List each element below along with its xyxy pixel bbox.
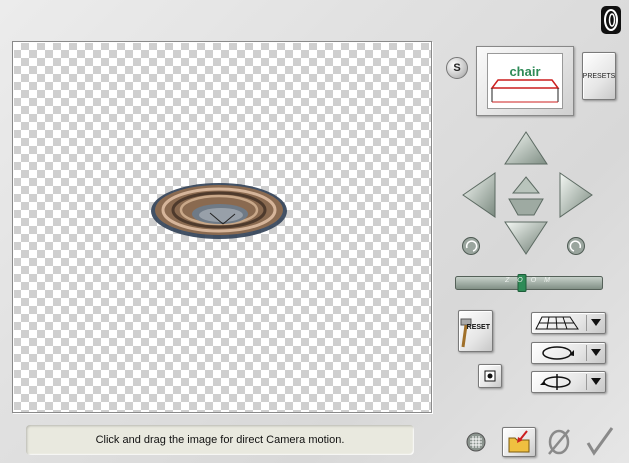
hammer-icon	[460, 318, 472, 348]
spin-icon	[540, 374, 571, 390]
target-button[interactable]	[478, 364, 502, 388]
chevron-down-icon	[591, 378, 601, 385]
app-logo-icon	[600, 5, 622, 35]
chevron-down-icon	[591, 349, 601, 356]
status-bar: Click and drag the image for direct Came…	[26, 425, 414, 455]
grid-icon	[466, 432, 486, 452]
spin-dropdown[interactable]	[531, 371, 606, 393]
chevron-down-icon	[591, 319, 601, 326]
zoom-label: Z O O M	[505, 277, 553, 284]
grid-toggle-button[interactable]	[465, 431, 487, 453]
open-folder-button[interactable]	[502, 427, 536, 457]
cancel-icon	[548, 429, 570, 455]
s-button[interactable]: S	[446, 57, 468, 79]
orbit-dropdown[interactable]	[531, 342, 606, 364]
presets-button[interactable]: PRESETS	[582, 52, 616, 100]
arrow-up-icon[interactable]	[503, 130, 549, 166]
s-button-label: S	[453, 62, 461, 74]
grid-plane-icon	[535, 316, 579, 330]
folder-icon	[508, 430, 530, 453]
torus-object[interactable]	[13, 42, 431, 412]
arrow-right-icon[interactable]	[558, 171, 594, 219]
target-icon	[484, 370, 496, 382]
nudge-up-icon[interactable]	[512, 176, 540, 194]
ok-button[interactable]	[584, 425, 616, 457]
nudge-down-icon[interactable]	[508, 198, 544, 216]
reset-button[interactable]: RESET	[458, 310, 493, 352]
checkmark-icon	[586, 427, 614, 456]
preview-text: chair	[509, 64, 540, 79]
status-text: Click and drag the image for direct Came…	[95, 434, 345, 446]
grid-plane-dropdown[interactable]	[531, 312, 606, 334]
preview-thumbnail: chair	[487, 53, 563, 109]
rotate-left-icon[interactable]	[461, 236, 481, 256]
presets-label: PRESETS	[582, 72, 616, 80]
rotate-right-icon[interactable]	[566, 236, 586, 256]
reset-label: RESET	[466, 324, 490, 331]
arrow-down-icon[interactable]	[503, 220, 549, 256]
orbit-icon	[542, 346, 574, 360]
preset-preview[interactable]: chair	[476, 46, 574, 116]
zoom-slider[interactable]: Z O O M	[455, 274, 603, 292]
cancel-button[interactable]	[545, 428, 573, 456]
camera-canvas[interactable]	[12, 41, 432, 413]
arrow-left-icon[interactable]	[461, 171, 497, 219]
